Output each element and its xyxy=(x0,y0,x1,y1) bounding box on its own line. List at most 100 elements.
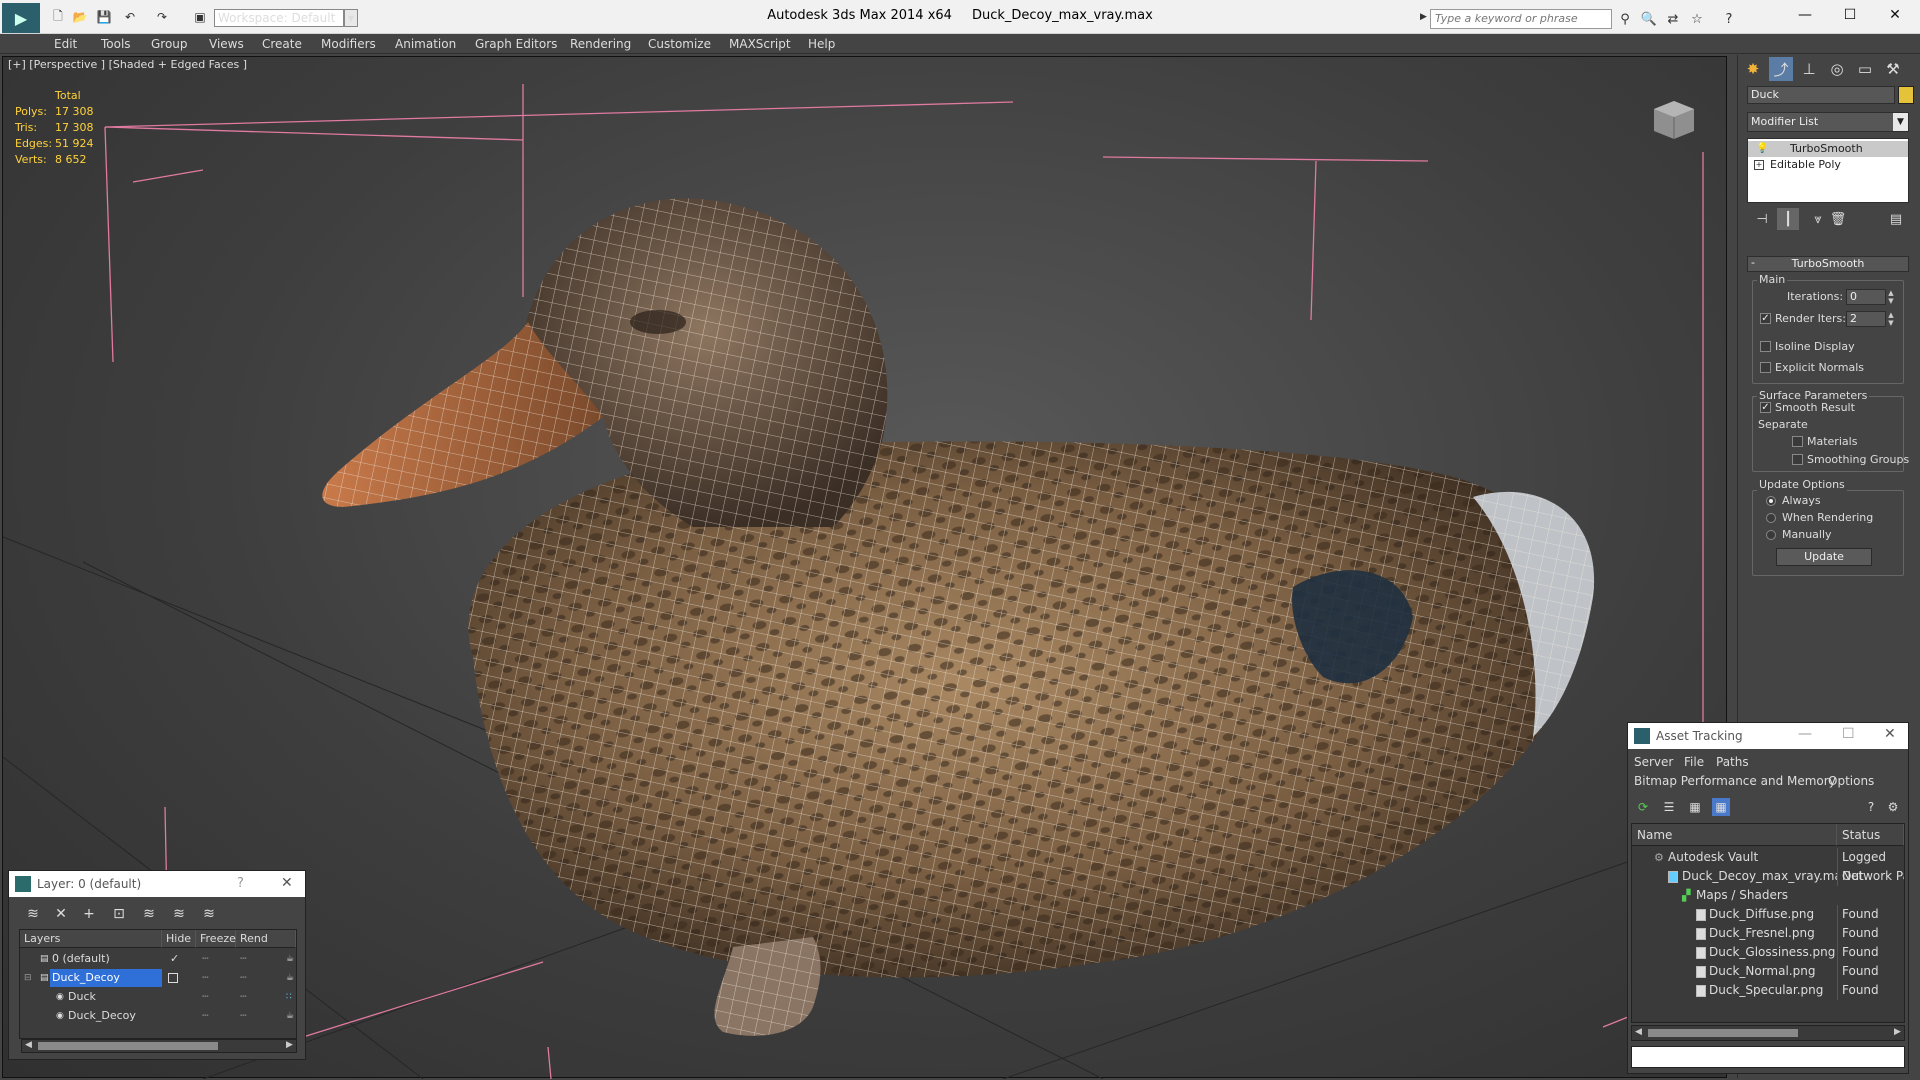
always-radio[interactable] xyxy=(1766,496,1776,506)
column-header-name[interactable]: Name xyxy=(1632,824,1837,846)
delete-layer-icon[interactable]: ✕ xyxy=(51,905,71,923)
object-color-swatch[interactable] xyxy=(1898,86,1914,104)
table-view-icon[interactable]: ▦ xyxy=(1712,798,1730,816)
table-row[interactable]: Duck_Specular.png Found xyxy=(1632,981,1904,1000)
table-row[interactable]: ⊟ ▤ Duck_Decoy ┄ ┄ ☕ xyxy=(20,969,296,987)
table-row[interactable]: Duck_Fresnel.png Found xyxy=(1632,924,1904,943)
freeze-toggle[interactable]: ┄ xyxy=(240,969,247,987)
column-header-layers[interactable]: Layers xyxy=(20,930,162,948)
freeze-toggle[interactable]: ┄ xyxy=(240,950,247,968)
close-button[interactable]: ✕ xyxy=(1884,726,1896,742)
help-icon[interactable]: ? xyxy=(1720,10,1738,28)
chevron-down-icon[interactable]: ▼ xyxy=(1893,113,1908,131)
menu-group[interactable]: Group xyxy=(151,34,188,54)
thumbnail-view-icon[interactable]: ▦ xyxy=(1686,798,1704,816)
scroll-left-icon[interactable]: ◀ xyxy=(1635,1027,1642,1037)
explicit-normals-checkbox[interactable] xyxy=(1760,362,1771,373)
render-iters-checkbox[interactable]: ✓ xyxy=(1760,313,1771,324)
highlight-layer-icon[interactable]: ≋ xyxy=(139,905,159,923)
column-header-hide[interactable]: Hide xyxy=(162,930,196,948)
list-view-icon[interactable]: ☰ xyxy=(1660,798,1678,816)
menu-views[interactable]: Views xyxy=(209,34,244,54)
remove-modifier-icon[interactable]: 🗑 xyxy=(1827,208,1849,230)
manually-radio[interactable] xyxy=(1766,530,1776,540)
render-toggle-icon[interactable]: ☕ xyxy=(286,950,294,968)
table-row[interactable]: ▞ Maps / Shaders xyxy=(1632,886,1904,905)
scroll-right-icon[interactable]: ▶ xyxy=(286,1040,293,1050)
utilities-tab-icon[interactable]: ⚒ xyxy=(1881,57,1905,81)
smoothing-groups-checkbox[interactable] xyxy=(1792,454,1803,465)
menu-tools[interactable]: Tools xyxy=(101,34,131,54)
hide-toggle[interactable]: ┄ xyxy=(202,950,209,968)
exchange-icon[interactable]: ⇄ xyxy=(1664,10,1682,28)
menu-file[interactable]: File xyxy=(1684,755,1704,769)
scrollbar-thumb[interactable] xyxy=(1648,1029,1798,1037)
binoculars-icon[interactable]: ⚲ xyxy=(1616,10,1634,28)
settings-icon[interactable]: ⚙ xyxy=(1884,798,1902,816)
render-toggle-icon[interactable]: ☕ xyxy=(286,969,294,987)
object-name-field[interactable]: Duck xyxy=(1747,86,1895,104)
isoline-display-checkbox[interactable] xyxy=(1760,341,1771,352)
hide-all-icon[interactable]: ≋ xyxy=(169,905,189,923)
active-check-icon[interactable]: ✓ xyxy=(170,950,179,968)
modify-tab-icon[interactable]: ⤴ xyxy=(1769,57,1793,81)
menu-options[interactable]: Options xyxy=(1828,774,1874,788)
collapse-icon[interactable]: ⊟ xyxy=(24,969,32,987)
horizontal-scrollbar[interactable]: ◀ ▶ xyxy=(21,1039,297,1053)
scroll-left-icon[interactable]: ◀ xyxy=(25,1040,32,1050)
render-toggle-icon[interactable]: ∷ xyxy=(286,988,292,1006)
display-tab-icon[interactable]: ▭ xyxy=(1853,57,1877,81)
freeze-all-icon[interactable]: ≋ xyxy=(199,905,219,923)
spinner-arrows-icon[interactable]: ▲ ▼ xyxy=(1887,311,1895,327)
duck-model[interactable] xyxy=(322,198,1595,1036)
table-row[interactable]: ◉ Duck_Decoy ┄ ┄ ☕ xyxy=(20,1007,296,1025)
menu-animation[interactable]: Animation xyxy=(395,34,456,54)
table-row[interactable]: Duck_Decoy_max_vray.max Network Pat xyxy=(1632,867,1904,886)
materials-checkbox[interactable] xyxy=(1792,436,1803,447)
render-toggle-icon[interactable]: ☕ xyxy=(286,1007,294,1025)
expand-icon[interactable]: + xyxy=(1754,160,1764,170)
freeze-toggle[interactable]: ┄ xyxy=(240,988,247,1006)
make-unique-icon[interactable]: ⩔ xyxy=(1807,208,1829,230)
minimize-button[interactable]: — xyxy=(1798,726,1812,742)
scrollbar-thumb[interactable] xyxy=(38,1042,218,1050)
hide-toggle[interactable]: ┄ xyxy=(202,969,209,987)
column-header-freeze[interactable]: Freeze xyxy=(196,930,236,948)
collapse-icon[interactable]: - xyxy=(1751,256,1755,269)
close-button[interactable]: ✕ xyxy=(1875,4,1915,26)
spinner-arrows-icon[interactable]: ▲ ▼ xyxy=(1887,289,1895,305)
pin-stack-icon[interactable]: ⊣ xyxy=(1751,208,1773,230)
viewcube[interactable] xyxy=(1648,97,1696,141)
show-end-result-icon[interactable]: ┃ xyxy=(1777,208,1799,230)
motion-tab-icon[interactable]: ◎ xyxy=(1825,57,1849,81)
active-box[interactable] xyxy=(168,973,178,983)
menu-rendering[interactable]: Rendering xyxy=(570,34,631,54)
menu-edit[interactable]: Edit xyxy=(54,34,77,54)
table-row[interactable]: Duck_Normal.png Found xyxy=(1632,962,1904,981)
table-row[interactable]: ◉ Duck ┄ ┄ ∷ xyxy=(20,988,296,1006)
horizontal-scrollbar[interactable]: ◀ ▶ xyxy=(1631,1025,1905,1041)
stack-item-editable-poly[interactable]: + Editable Poly xyxy=(1748,157,1908,173)
hide-toggle[interactable]: ┄ xyxy=(202,1007,209,1025)
update-button[interactable]: Update xyxy=(1776,548,1872,566)
freeze-toggle[interactable]: ┄ xyxy=(240,1007,247,1025)
add-to-layer-icon[interactable]: + xyxy=(79,905,99,923)
hide-toggle[interactable]: ┄ xyxy=(202,988,209,1006)
menu-modifiers[interactable]: Modifiers xyxy=(321,34,376,54)
column-header-status[interactable]: Status xyxy=(1837,824,1904,846)
menu-help[interactable]: Help xyxy=(808,34,835,54)
hierarchy-tab-icon[interactable]: ⊥ xyxy=(1797,57,1821,81)
iterations-spinner[interactable]: 0 xyxy=(1846,289,1886,305)
menu-bitmap-performance[interactable]: Bitmap Performance and Memory xyxy=(1634,774,1836,788)
search-input[interactable]: Type a keyword or phrase xyxy=(1430,9,1612,29)
maximize-button[interactable]: ☐ xyxy=(1830,4,1870,26)
stack-item-turbosmooth[interactable]: 💡 TurboSmooth xyxy=(1748,141,1908,157)
when-rendering-radio[interactable] xyxy=(1766,513,1776,523)
light-bulb-icon[interactable]: 💡 xyxy=(1756,141,1768,157)
table-row[interactable]: Duck_Glossiness.png Found xyxy=(1632,943,1904,962)
layer-window-title[interactable]: Layer: 0 (default) xyxy=(9,871,305,897)
search-expand-icon[interactable]: ▶ xyxy=(1420,12,1427,22)
select-objects-icon[interactable]: ⊡ xyxy=(109,905,129,923)
render-iters-spinner[interactable]: 2 xyxy=(1846,311,1886,327)
menu-server[interactable]: Server xyxy=(1634,755,1673,769)
